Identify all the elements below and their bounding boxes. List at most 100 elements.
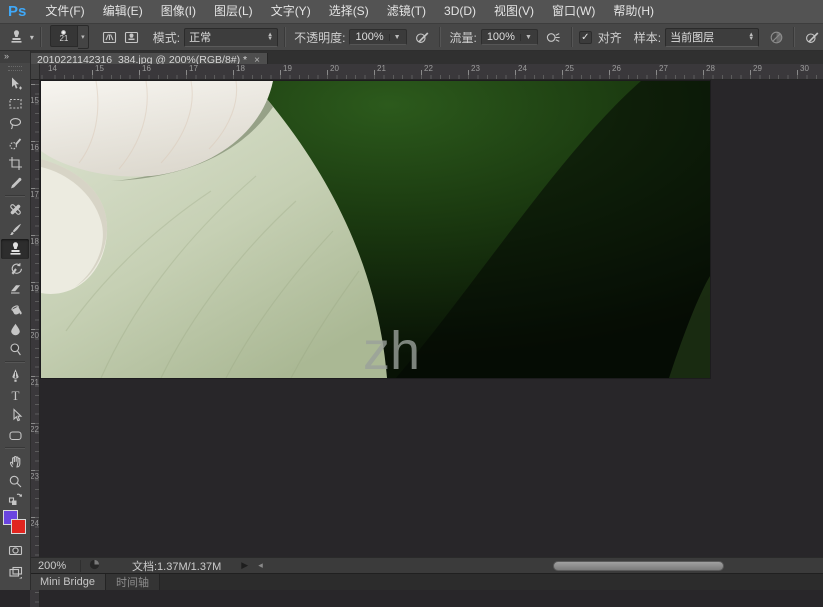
mode-select[interactable]: 正常 ▲▼ <box>184 28 278 47</box>
aligned-checkbox[interactable]: ✓ <box>579 31 592 44</box>
path-selection-tool[interactable] <box>1 405 29 425</box>
menu-item[interactable]: 滤镜(T) <box>378 0 435 23</box>
pen-pressure-icon <box>805 30 820 45</box>
healing-brush-tool[interactable] <box>1 199 29 219</box>
eraser-tool[interactable] <box>1 279 29 299</box>
menu-item[interactable]: 帮助(H) <box>604 0 663 23</box>
collapse-panel-button[interactable]: » <box>0 50 30 63</box>
ruler-tick-label: 28 <box>706 65 715 73</box>
ruler-tick-label: 21 <box>377 65 386 73</box>
panel-grip[interactable] <box>8 66 22 71</box>
toggle-clone-source-panel-button[interactable] <box>121 27 143 48</box>
quick-mask-icon <box>8 543 23 558</box>
crop-tool[interactable] <box>1 153 29 173</box>
tools-divider <box>5 361 25 363</box>
brush-panel-icon <box>102 30 117 45</box>
status-flyout-arrow[interactable]: ▶ <box>241 560 248 571</box>
ruler-tick-label: 20 <box>330 65 339 73</box>
menu-item[interactable]: 编辑(E) <box>94 0 152 23</box>
menu-item[interactable]: 文字(Y) <box>262 0 320 23</box>
checkmark-icon: ✓ <box>581 32 589 43</box>
paint-bucket-tool[interactable] <box>1 299 29 319</box>
shape-tool[interactable] <box>1 425 29 445</box>
brush-size: 21 <box>59 35 68 43</box>
airbrush-button[interactable] <box>543 27 565 48</box>
clone-stamp-tool[interactable] <box>1 239 29 259</box>
dodge-tool[interactable] <box>1 339 29 359</box>
zoom-level-field[interactable]: 200% <box>30 560 81 572</box>
sample-select[interactable]: 当前图层 ▲▼ <box>665 28 759 47</box>
chevron-down-icon[interactable]: ▼ <box>520 34 532 41</box>
zoom-tool[interactable] <box>1 471 29 491</box>
brush-preset-picker[interactable]: 21 ▾ <box>50 25 89 49</box>
quick-selection-tool[interactable] <box>1 133 29 153</box>
rounded-rectangle-icon <box>8 428 23 443</box>
ruler-tick-label: 25 <box>565 65 574 73</box>
menu-item[interactable]: 视图(V) <box>485 0 543 23</box>
hand-tool[interactable] <box>1 451 29 471</box>
tool-preset-picker[interactable] <box>6 27 28 48</box>
history-brush-tool[interactable] <box>1 259 29 279</box>
chevron-down-icon[interactable]: ▼ <box>389 34 401 41</box>
menu-item[interactable]: 图层(L) <box>205 0 262 23</box>
rectangular-marquee-tool[interactable] <box>1 93 29 113</box>
brush-tool[interactable] <box>1 219 29 239</box>
ruler-tick-label: 18 <box>30 238 39 246</box>
eyedropper-tool[interactable] <box>1 173 29 193</box>
clone-stamp-icon <box>9 30 24 45</box>
chevron-down-icon[interactable]: ▾ <box>78 25 89 49</box>
move-tool-icon <box>8 76 23 91</box>
background-color-swatch[interactable] <box>11 519 26 534</box>
horizontal-scrollbar-thumb[interactable] <box>553 561 724 571</box>
flow-field[interactable]: 100% ▼ <box>481 29 538 45</box>
select-arrows-icon: ▲▼ <box>267 33 273 41</box>
default-swap-colors[interactable] <box>1 491 29 506</box>
double-arrow-icon: » <box>4 51 8 61</box>
type-tool[interactable]: T <box>1 385 29 405</box>
ruler-tick-label: 24 <box>30 520 39 528</box>
crop-tool-icon <box>8 156 23 171</box>
divider <box>793 27 795 47</box>
paint-bucket-icon <box>8 302 23 317</box>
tools-divider <box>5 195 25 197</box>
menu-item[interactable]: 文件(F) <box>36 0 93 23</box>
menu-item[interactable]: 3D(D) <box>435 0 485 23</box>
opacity-pressure-button[interactable] <box>412 27 434 48</box>
ignore-adjustment-layers-button[interactable] <box>765 27 787 48</box>
menu-item[interactable]: 窗口(W) <box>543 0 604 23</box>
vertical-ruler[interactable]: 15161718192021222324 <box>30 80 40 607</box>
aligned-label: 对齐 <box>598 29 622 46</box>
quick-mask-button[interactable] <box>1 540 29 560</box>
move-tool[interactable] <box>1 73 29 93</box>
scrollbar-left-arrow[interactable]: ◂ <box>258 560 263 571</box>
opacity-field[interactable]: 100% ▼ <box>349 29 406 45</box>
screen-mode-button[interactable] <box>1 562 29 582</box>
lasso-tool[interactable] <box>1 113 29 133</box>
document-info: 文档:1.37M/1.37M <box>132 558 221 574</box>
canvas-image[interactable]: zh <box>41 81 710 378</box>
tool-options-bar: ▾ 21 ▾ 模式: 正常 ▲▼ 不透明度: 100% ▼ 流量: 100% ▼… <box>0 24 823 51</box>
size-pressure-button[interactable] <box>801 27 823 48</box>
horizontal-ruler[interactable]: 1415161718192021222324252627282930 <box>30 64 823 80</box>
circle-slash-icon <box>769 30 784 45</box>
mode-value: 正常 <box>189 29 211 45</box>
ruler-tick-label: 18 <box>236 65 245 73</box>
bottom-panel-tabs: Mini Bridge 时间轴 <box>30 573 823 590</box>
ruler-tick-label: 21 <box>30 379 39 387</box>
healing-brush-icon <box>8 202 23 217</box>
menu-item[interactable]: 图像(I) <box>152 0 205 23</box>
magnifier-icon <box>8 474 23 489</box>
menu-item[interactable]: 选择(S) <box>320 0 378 23</box>
pen-tool[interactable] <box>1 365 29 385</box>
ruler-corner[interactable] <box>30 64 40 80</box>
history-brush-icon <box>8 262 23 277</box>
tools-panel: » T <box>0 50 31 590</box>
quick-selection-icon <box>8 136 23 151</box>
blur-tool[interactable] <box>1 319 29 339</box>
tab-timeline[interactable]: 时间轴 <box>106 574 160 590</box>
opacity-value: 100% <box>355 31 383 43</box>
tab-mini-bridge[interactable]: Mini Bridge <box>30 574 106 590</box>
chevron-down-icon[interactable]: ▾ <box>30 33 34 42</box>
toggle-brush-panel-button[interactable] <box>99 27 121 48</box>
brush-tool-icon <box>8 222 23 237</box>
